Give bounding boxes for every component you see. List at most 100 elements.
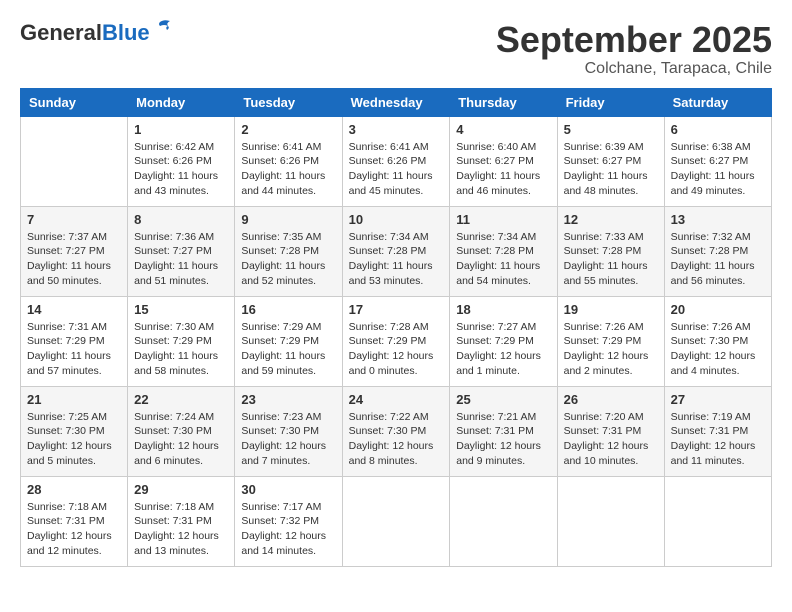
day-info: Sunrise: 7:34 AM Sunset: 7:28 PM Dayligh…: [456, 230, 550, 289]
logo-general: General: [20, 20, 102, 45]
day-info: Sunrise: 7:19 AM Sunset: 7:31 PM Dayligh…: [671, 410, 765, 469]
day-info: Sunrise: 7:29 AM Sunset: 7:29 PM Dayligh…: [241, 320, 335, 379]
day-info: Sunrise: 6:41 AM Sunset: 6:26 PM Dayligh…: [241, 140, 335, 199]
day-number: 29: [134, 482, 228, 497]
day-info: Sunrise: 7:18 AM Sunset: 7:31 PM Dayligh…: [27, 500, 121, 559]
calendar-cell: 27 Sunrise: 7:19 AM Sunset: 7:31 PM Dayli…: [664, 386, 771, 476]
location: Colchane, Tarapaca, Chile: [496, 60, 772, 78]
day-info: Sunrise: 7:26 AM Sunset: 7:30 PM Dayligh…: [671, 320, 765, 379]
day-info: Sunrise: 6:38 AM Sunset: 6:27 PM Dayligh…: [671, 140, 765, 199]
calendar-cell: 13 Sunrise: 7:32 AM Sunset: 7:28 PM Dayli…: [664, 206, 771, 296]
calendar-cell: 24Sunrise: 7:22 AM Sunset: 7:30 PM Dayli…: [342, 386, 450, 476]
day-number: 24: [349, 392, 444, 407]
day-number: 18: [456, 302, 550, 317]
calendar-cell: 1Sunrise: 6:42 AM Sunset: 6:26 PM Daylig…: [128, 116, 235, 206]
day-number: 12: [564, 212, 658, 227]
calendar-cell: 23 Sunrise: 7:23 AM Sunset: 7:30 PM Dayli…: [235, 386, 342, 476]
day-info: Sunrise: 6:39 AM Sunset: 6:27 PM Dayligh…: [564, 140, 658, 199]
day-info: Sunrise: 7:33 AM Sunset: 7:28 PM Dayligh…: [564, 230, 658, 289]
calendar-cell: 16 Sunrise: 7:29 AM Sunset: 7:29 PM Dayli…: [235, 296, 342, 386]
weekday-header: Sunday: [21, 88, 128, 116]
day-number: 10: [349, 212, 444, 227]
weekday-header: Monday: [128, 88, 235, 116]
day-number: 26: [564, 392, 658, 407]
day-info: Sunrise: 7:24 AM Sunset: 7:30 PM Dayligh…: [134, 410, 228, 469]
day-number: 25: [456, 392, 550, 407]
day-number: 16: [241, 302, 335, 317]
day-info: Sunrise: 6:40 AM Sunset: 6:27 PM Dayligh…: [456, 140, 550, 199]
calendar-week-row: 28Sunrise: 7:18 AM Sunset: 7:31 PM Dayli…: [21, 476, 772, 566]
day-info: Sunrise: 7:23 AM Sunset: 7:30 PM Dayligh…: [241, 410, 335, 469]
weekday-header: Thursday: [450, 88, 557, 116]
day-number: 27: [671, 392, 765, 407]
day-number: 8: [134, 212, 228, 227]
weekday-header: Tuesday: [235, 88, 342, 116]
day-number: 13: [671, 212, 765, 227]
day-number: 21: [27, 392, 121, 407]
logo: GeneralBlue: [20, 20, 174, 46]
day-number: 20: [671, 302, 765, 317]
day-info: Sunrise: 7:18 AM Sunset: 7:31 PM Dayligh…: [134, 500, 228, 559]
day-number: 22: [134, 392, 228, 407]
calendar-cell: 29 Sunrise: 7:18 AM Sunset: 7:31 PM Dayli…: [128, 476, 235, 566]
day-info: Sunrise: 7:26 AM Sunset: 7:29 PM Dayligh…: [564, 320, 658, 379]
calendar-cell: 11 Sunrise: 7:34 AM Sunset: 7:28 PM Dayli…: [450, 206, 557, 296]
calendar-week-row: 7 Sunrise: 7:37 AM Sunset: 7:27 PM Daylig…: [21, 206, 772, 296]
calendar-cell: 20 Sunrise: 7:26 AM Sunset: 7:30 PM Dayli…: [664, 296, 771, 386]
day-info: Sunrise: 7:36 AM Sunset: 7:27 PM Dayligh…: [134, 230, 228, 289]
day-number: 17: [349, 302, 444, 317]
calendar-cell: 26 Sunrise: 7:20 AM Sunset: 7:31 PM Dayli…: [557, 386, 664, 476]
calendar-header-row: SundayMondayTuesdayWednesdayThursdayFrid…: [21, 88, 772, 116]
day-number: 19: [564, 302, 658, 317]
day-number: 30: [241, 482, 335, 497]
calendar-cell: 25 Sunrise: 7:21 AM Sunset: 7:31 PM Dayli…: [450, 386, 557, 476]
calendar-cell: 8 Sunrise: 7:36 AM Sunset: 7:27 PM Daylig…: [128, 206, 235, 296]
day-number: 6: [671, 122, 765, 137]
calendar-cell: 6 Sunrise: 6:38 AM Sunset: 6:27 PM Daylig…: [664, 116, 771, 206]
day-info: Sunrise: 7:34 AM Sunset: 7:28 PM Dayligh…: [349, 230, 444, 289]
logo-text: GeneralBlue: [20, 20, 150, 46]
calendar-cell: [557, 476, 664, 566]
calendar-week-row: 1Sunrise: 6:42 AM Sunset: 6:26 PM Daylig…: [21, 116, 772, 206]
day-info: Sunrise: 7:30 AM Sunset: 7:29 PM Dayligh…: [134, 320, 228, 379]
month-title: September 2025: [496, 20, 772, 60]
day-info: Sunrise: 7:28 AM Sunset: 7:29 PM Dayligh…: [349, 320, 444, 379]
logo-bird-icon: [152, 18, 174, 40]
day-number: 1: [134, 122, 228, 137]
day-number: 11: [456, 212, 550, 227]
day-info: Sunrise: 7:17 AM Sunset: 7:32 PM Dayligh…: [241, 500, 335, 559]
day-number: 15: [134, 302, 228, 317]
day-info: Sunrise: 7:27 AM Sunset: 7:29 PM Dayligh…: [456, 320, 550, 379]
weekday-header: Friday: [557, 88, 664, 116]
day-number: 23: [241, 392, 335, 407]
calendar-cell: 15 Sunrise: 7:30 AM Sunset: 7:29 PM Dayli…: [128, 296, 235, 386]
logo-blue: Blue: [102, 20, 150, 45]
day-info: Sunrise: 7:25 AM Sunset: 7:30 PM Dayligh…: [27, 410, 121, 469]
day-number: 7: [27, 212, 121, 227]
calendar-cell: 18 Sunrise: 7:27 AM Sunset: 7:29 PM Dayli…: [450, 296, 557, 386]
calendar-table: SundayMondayTuesdayWednesdayThursdayFrid…: [20, 88, 772, 567]
day-info: Sunrise: 7:21 AM Sunset: 7:31 PM Dayligh…: [456, 410, 550, 469]
calendar-cell: [450, 476, 557, 566]
day-info: Sunrise: 7:37 AM Sunset: 7:27 PM Dayligh…: [27, 230, 121, 289]
title-block: September 2025 Colchane, Tarapaca, Chile: [496, 20, 772, 78]
calendar-cell: 2 Sunrise: 6:41 AM Sunset: 6:26 PM Daylig…: [235, 116, 342, 206]
page-header: GeneralBlue September 2025 Colchane, Tar…: [20, 20, 772, 78]
calendar-cell: 7 Sunrise: 7:37 AM Sunset: 7:27 PM Daylig…: [21, 206, 128, 296]
day-info: Sunrise: 7:31 AM Sunset: 7:29 PM Dayligh…: [27, 320, 121, 379]
calendar-cell: 14 Sunrise: 7:31 AM Sunset: 7:29 PM Dayli…: [21, 296, 128, 386]
calendar-cell: 22 Sunrise: 7:24 AM Sunset: 7:30 PM Dayli…: [128, 386, 235, 476]
day-info: Sunrise: 7:20 AM Sunset: 7:31 PM Dayligh…: [564, 410, 658, 469]
calendar-cell: 10 Sunrise: 7:34 AM Sunset: 7:28 PM Dayli…: [342, 206, 450, 296]
day-number: 3: [349, 122, 444, 137]
calendar-cell: [342, 476, 450, 566]
calendar-cell: 5Sunrise: 6:39 AM Sunset: 6:27 PM Daylig…: [557, 116, 664, 206]
day-info: Sunrise: 7:32 AM Sunset: 7:28 PM Dayligh…: [671, 230, 765, 289]
calendar-cell: 21 Sunrise: 7:25 AM Sunset: 7:30 PM Dayli…: [21, 386, 128, 476]
calendar-cell: 30 Sunrise: 7:17 AM Sunset: 7:32 PM Dayli…: [235, 476, 342, 566]
day-number: 2: [241, 122, 335, 137]
day-number: 14: [27, 302, 121, 317]
calendar-cell: 28Sunrise: 7:18 AM Sunset: 7:31 PM Dayli…: [21, 476, 128, 566]
calendar-cell: 3Sunrise: 6:41 AM Sunset: 6:26 PM Daylig…: [342, 116, 450, 206]
calendar-cell: [664, 476, 771, 566]
